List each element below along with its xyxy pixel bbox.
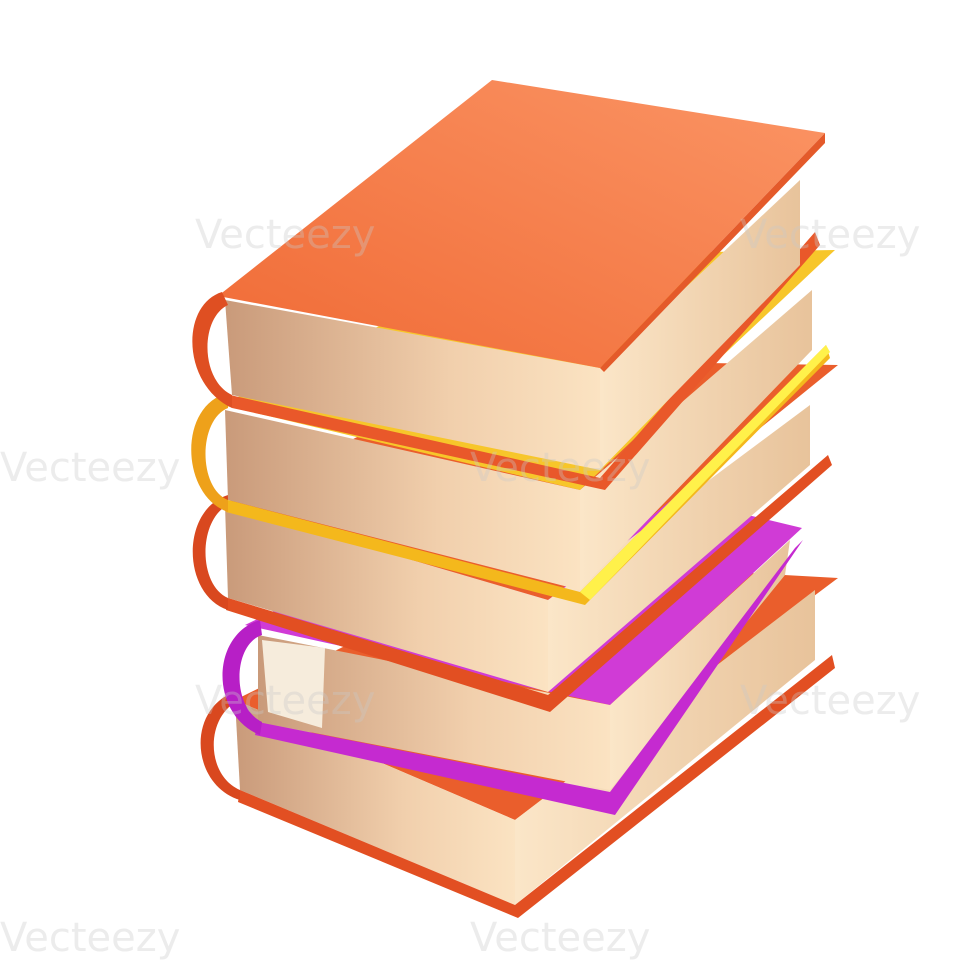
illustration-canvas: Vecteezy Vecteezy Vecteezy Vecteezy Vect… (0, 0, 980, 980)
book-stack (191, 80, 838, 918)
